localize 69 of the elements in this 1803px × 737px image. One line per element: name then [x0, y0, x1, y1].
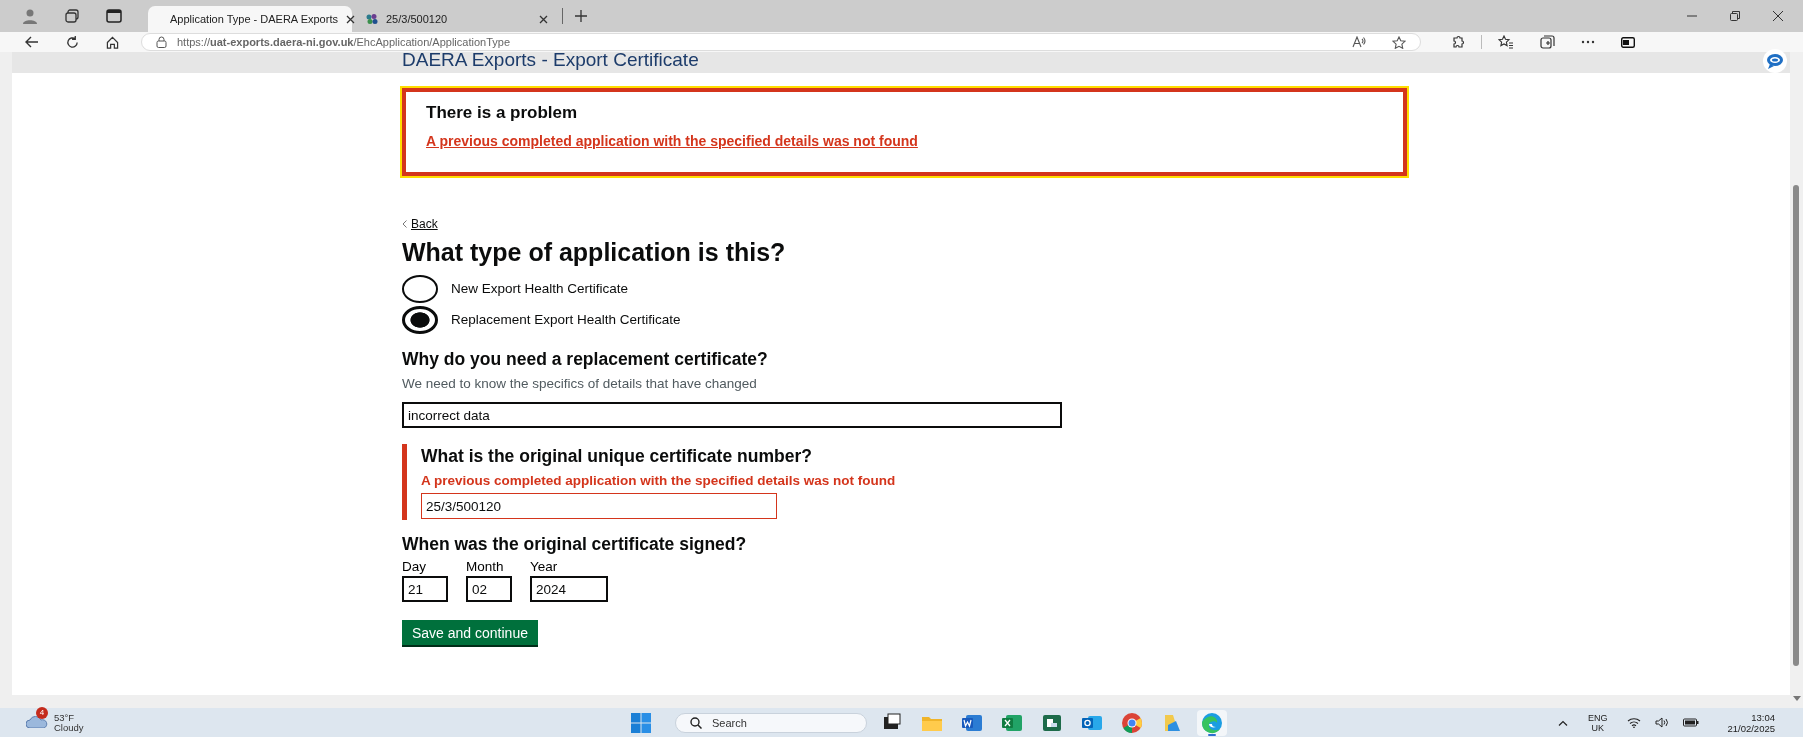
new-tab-icon[interactable]	[575, 10, 587, 22]
url-text: https://uat-exports.daera-ni.gov.uk/EhcApplication/ApplicationType	[177, 36, 510, 48]
radio-label: New Export Health Certificate	[451, 281, 629, 296]
question-label: When was the original certificate signed?	[402, 534, 748, 555]
site-favicon	[366, 13, 378, 25]
date-input-field[interactable]: 21	[402, 576, 448, 602]
date-label: Year	[530, 559, 559, 574]
save-button[interactable]: Save and continue	[402, 620, 538, 645]
chevron-up-icon[interactable]	[1557, 719, 1568, 726]
back-link[interactable]: Back	[402, 217, 438, 231]
clock-date[interactable]: 21/02/2025	[1727, 722, 1775, 734]
region-text[interactable]: UK	[1587, 722, 1608, 733]
scroll-down-icon[interactable]	[1793, 696, 1801, 701]
clock-time[interactable]: 13:04	[1727, 711, 1775, 723]
radio-label: Replacement Export Health Certificate	[451, 312, 681, 327]
restore-icon[interactable]	[1730, 11, 1740, 21]
collections-icon[interactable]	[64, 8, 80, 24]
refresh-icon[interactable]	[66, 35, 79, 49]
tab-title: 25/3/500120	[386, 13, 449, 25]
input-field[interactable]: 25/3/500120	[421, 493, 777, 519]
extensions-icon[interactable]	[1451, 35, 1465, 49]
search-placeholder: Search	[712, 716, 747, 729]
weather-condition: Cloudy	[54, 722, 84, 733]
chat-bubble-icon[interactable]	[1763, 49, 1787, 73]
tab-title: Application Type - DAERA Exports	[170, 13, 338, 25]
temperature-text: 53°F	[54, 712, 76, 723]
browser-icon[interactable]	[1120, 710, 1144, 735]
favorites-icon[interactable]	[1498, 35, 1514, 49]
radio-button[interactable]	[402, 305, 438, 334]
question-label: Why do you need a replacement certificate?	[402, 349, 769, 370]
close-icon[interactable]	[1773, 11, 1783, 21]
browser-tab[interactable]: 25/3/500120	[352, 6, 556, 32]
collections-icon[interactable]	[1540, 35, 1555, 49]
battery-icon[interactable]	[1683, 718, 1700, 727]
sidebar-icon[interactable]	[1621, 36, 1635, 48]
close-icon[interactable]	[539, 14, 548, 24]
radio-button[interactable]	[402, 274, 438, 303]
page-heading: What type of application is this?	[402, 238, 787, 267]
close-icon[interactable]	[345, 14, 355, 24]
windows-start-icon[interactable]	[631, 712, 651, 733]
date-label: Month	[466, 559, 505, 574]
input-field[interactable]: incorrect data	[402, 402, 1062, 428]
more-icon[interactable]	[1581, 40, 1595, 44]
error-summary-title: There is a problem	[426, 103, 579, 123]
profile-icon[interactable]	[22, 8, 38, 24]
site-title: DAERA Exports - Export Certificate	[402, 49, 699, 70]
language-text[interactable]: ENG	[1587, 712, 1608, 723]
scrollbar-thumb[interactable]	[1793, 185, 1799, 666]
sidebar-icon[interactable]	[106, 9, 122, 23]
error-message: A previous completed application with the specified details was not found	[421, 473, 897, 488]
question-label: What is the original unique certificate number?	[421, 445, 813, 467]
error-link[interactable]: A previous completed application with the specified details was not found	[426, 133, 918, 149]
hint-text: We need to know the specifics of details that have changed	[402, 376, 758, 391]
back-arrow-icon[interactable]	[25, 36, 39, 48]
date-label: Day	[402, 559, 427, 574]
address-bar[interactable]: https://uat-exports.daera-ni.gov.uk/EhcApplication/ApplicationType	[141, 33, 1421, 51]
search-field[interactable]: Search	[675, 712, 867, 733]
browser-tab[interactable]: Application Type - DAERA Exports	[148, 6, 352, 32]
date-input-field[interactable]: 02	[466, 576, 512, 602]
search-icon	[690, 716, 702, 729]
date-input-field[interactable]: 2024	[530, 576, 608, 602]
wifi-icon[interactable]	[1627, 717, 1642, 728]
speaker-icon[interactable]	[1655, 717, 1670, 728]
chevron-left-icon	[402, 220, 407, 228]
home-icon[interactable]	[106, 35, 119, 49]
lock-icon	[156, 36, 167, 48]
star-icon[interactable]	[1392, 35, 1406, 49]
cloud-icon	[26, 715, 48, 728]
read-aloud-icon[interactable]	[1352, 36, 1366, 48]
